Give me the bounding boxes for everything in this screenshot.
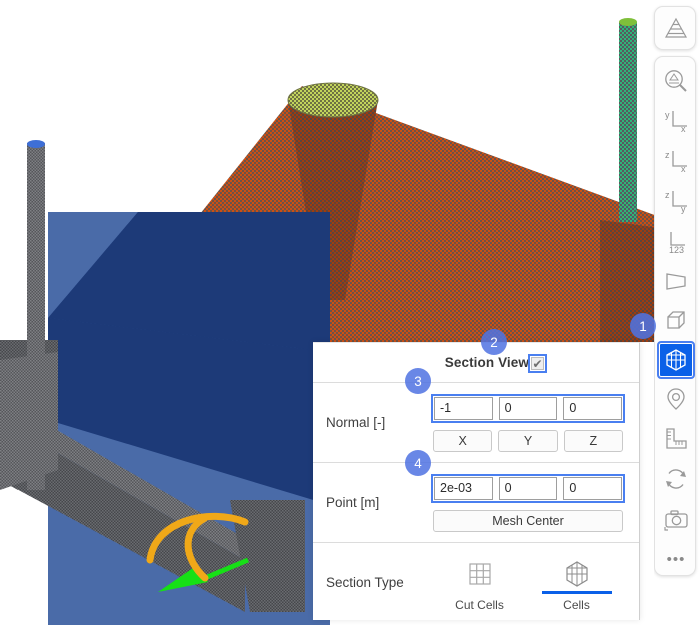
normal-row: Normal [-] -1 0 0 X Y Z	[313, 383, 639, 463]
beam-vertical-left-lower	[27, 340, 45, 490]
layers-pyramid-icon[interactable]	[655, 7, 697, 49]
point-buttons: Mesh Center	[431, 509, 625, 532]
section-view-panel: Section View ✔ Normal [-] -1 0 0 X Y Z P…	[313, 342, 640, 620]
point-inputs[interactable]: 2e-03 0 0	[431, 473, 625, 503]
checkbox-box: ✔	[531, 357, 544, 370]
cells-underline	[541, 590, 612, 594]
point-z-input[interactable]: 0	[563, 476, 623, 500]
view-123-icon[interactable]: 123	[655, 221, 697, 261]
point-x-input[interactable]: 2e-03	[434, 476, 493, 500]
normal-axis-x-button[interactable]: X	[433, 429, 493, 452]
point-y-input[interactable]: 0	[498, 476, 558, 500]
normal-y-input[interactable]: 0	[498, 396, 558, 420]
section-type-row: Section Type Cut Cells Cells	[313, 543, 639, 621]
callout-badge-3: 3	[405, 368, 431, 394]
normal-axis-y-button[interactable]: Y	[498, 429, 558, 452]
more-options-icon[interactable]: •••	[655, 539, 697, 579]
section-view-title: Section View	[444, 355, 529, 370]
section-type-cut-cells-option[interactable]: Cut Cells	[437, 553, 523, 612]
toolbar-scene-card	[654, 6, 696, 50]
callout-badge-1: 1	[630, 313, 656, 339]
cells-label: Cells	[563, 597, 590, 612]
location-pin-icon[interactable]	[655, 379, 697, 419]
panel-right-gutter	[640, 342, 654, 620]
section-type-cells-option[interactable]: Cells	[534, 553, 620, 612]
ruler-icon[interactable]	[655, 419, 697, 459]
camera-icon[interactable]	[655, 499, 697, 539]
point-row: Point [m] 2e-03 0 0 Mesh Center	[313, 463, 639, 543]
view-zx-icon[interactable]: z x	[655, 141, 697, 181]
section-view-header-row: Section View ✔	[313, 343, 639, 383]
view-zy-icon[interactable]: z y	[655, 181, 697, 221]
callout-badge-4: 4	[405, 450, 431, 476]
refresh-icon[interactable]	[655, 459, 697, 499]
section-view-checkbox[interactable]: ✔	[528, 354, 547, 373]
callout-badge-2: 2	[481, 329, 507, 355]
normal-inputs[interactable]: -1 0 0	[431, 393, 625, 423]
toolbar-section-view-button[interactable]	[657, 341, 695, 379]
cut-cells-label: Cut Cells	[455, 597, 504, 612]
point-label: Point [m]	[326, 495, 380, 510]
svg-text:z: z	[665, 190, 670, 200]
normal-x-input[interactable]: -1	[434, 396, 493, 420]
application-window: y x z x z y 123 ••• Section View ✔ Norma…	[0, 0, 700, 625]
box-outline-icon[interactable]	[655, 301, 697, 341]
normal-axis-z-button[interactable]: Z	[563, 429, 623, 452]
normal-axis-buttons: X Y Z	[431, 429, 625, 452]
view-yx-icon[interactable]: y x	[655, 101, 697, 141]
svg-text:y: y	[665, 110, 670, 120]
cut-cells-underline	[445, 591, 515, 594]
more-options-glyph: •••	[666, 550, 686, 568]
view-toolbar: y x z x z y 123 •••	[654, 56, 696, 576]
mesh-center-button[interactable]: Mesh Center	[433, 509, 623, 532]
svg-text:123: 123	[669, 245, 684, 254]
normal-label: Normal [-]	[326, 415, 386, 430]
perspective-icon[interactable]	[655, 261, 697, 301]
svg-text:z: z	[665, 150, 670, 160]
normal-z-input[interactable]: 0	[563, 396, 623, 420]
zoom-fit-icon[interactable]	[655, 61, 697, 101]
section-type-label: Section Type	[326, 574, 404, 590]
checkmark-icon: ✔	[532, 356, 543, 371]
grid-3x3-icon	[467, 553, 493, 587]
cylinder-mesh-green-right	[619, 18, 637, 222]
mesh-cube-icon	[563, 553, 591, 587]
